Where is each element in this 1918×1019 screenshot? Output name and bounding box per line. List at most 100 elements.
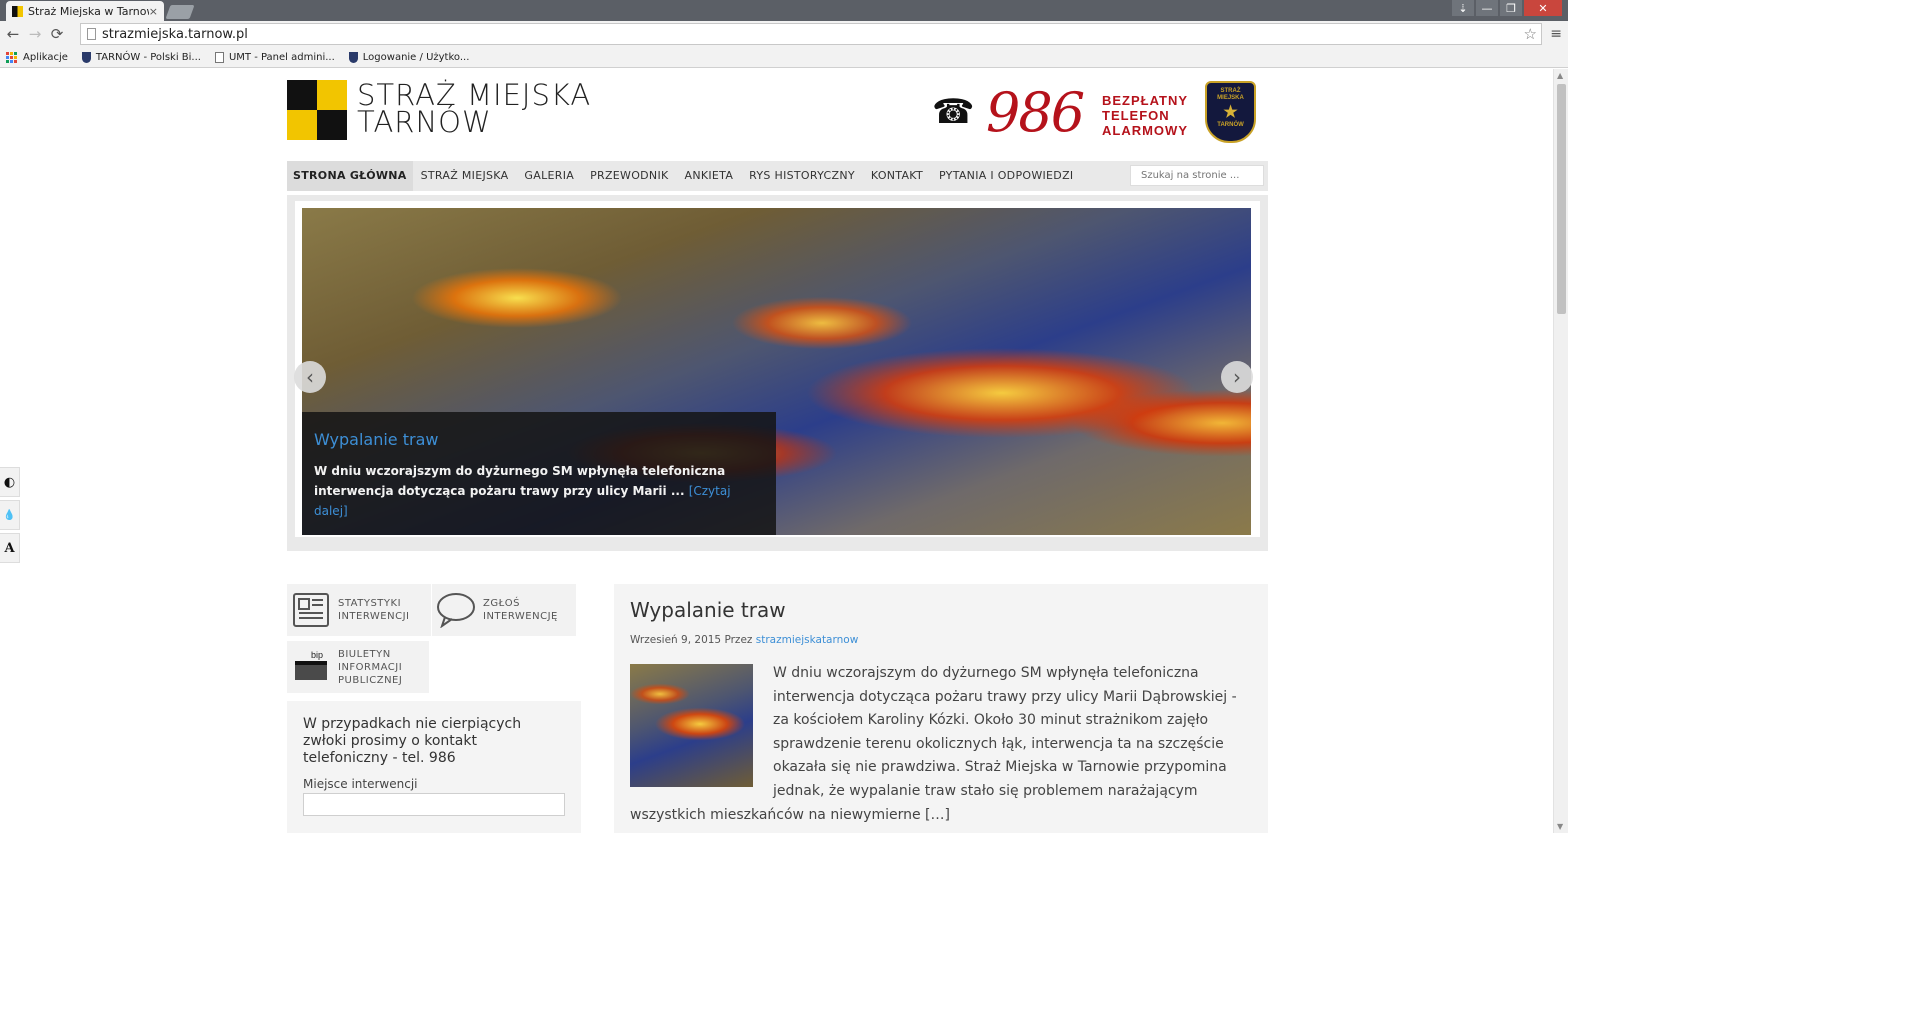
location-label: Miejsce interwencji [303, 777, 418, 791]
browser-menu-icon[interactable]: ≡ [1550, 26, 1562, 42]
bookmark-umt-panel[interactable]: UMT - Panel admini... [214, 51, 335, 63]
post-thumbnail[interactable] [630, 664, 753, 787]
new-tab-button[interactable] [165, 5, 195, 19]
label-line: PUBLICZNEJ [338, 674, 403, 686]
accessibility-toolbar: ◐ 💧 A [0, 467, 20, 566]
window-maximize-button[interactable]: ❐ [1500, 0, 1522, 16]
window-minimize-button[interactable]: — [1476, 0, 1498, 16]
post-title[interactable]: Wypalanie traw [630, 598, 1252, 622]
site-search-input[interactable] [1130, 165, 1264, 186]
label-line: INFORMACJI [338, 661, 403, 673]
label-line: STATYSTYKI [338, 598, 402, 609]
alarm-number: 986 [986, 81, 1085, 144]
page-icon [87, 28, 96, 40]
post-author-link[interactable]: strazmiejskatarnow [756, 634, 859, 646]
post-article: Wypalanie traw Wrzesień 9, 2015 Przez st… [614, 584, 1268, 833]
slider-frame: Wypalanie traw W dniu wczorajszym do dyż… [294, 201, 1260, 537]
badge-star-icon: ★ [1223, 104, 1238, 121]
logo-checker-icon [287, 80, 347, 140]
post-date: Wrzesień 9, 2015 [630, 634, 722, 646]
quick-links: STATYSTYKI INTERWENCJI ZGŁOŚ INTERWENCJĘ b… [287, 584, 581, 693]
bookmark-label: TARNÓW - Polski Bi... [95, 51, 201, 63]
featured-slider: Wypalanie traw W dniu wczorajszym do dyż… [287, 195, 1268, 551]
page-viewport: ◐ 💧 A STRAŻ MIEJSKA TARNÓW ☎ 986 BEZPŁAT… [0, 69, 1553, 833]
badge-text-top: STRAŻ MIEJSKA [1217, 88, 1244, 101]
post-more-link[interactable]: […] [925, 807, 950, 823]
alarm-caption: BEZPŁATNY TELEFON ALARMOWY [1102, 93, 1188, 138]
label-line: INTERWENCJI [338, 611, 410, 622]
favicon-icon [12, 5, 23, 17]
apps-grid-icon [6, 51, 17, 63]
reload-button[interactable]: ⟳ [46, 25, 68, 43]
location-input[interactable] [303, 793, 565, 816]
speech-bubble-icon [436, 590, 476, 630]
nav-item-rys-historyczny[interactable]: RYS HISTORYCZNY [741, 161, 863, 191]
shield-icon [348, 51, 358, 63]
bookmark-logowanie[interactable]: Logowanie / Użytko... [348, 51, 470, 63]
scrollbar-thumb[interactable] [1557, 84, 1566, 314]
nav-item-ankieta[interactable]: ANKIETA [677, 161, 742, 191]
nav-item-straz-miejska[interactable]: STRAŻ MIEJSKA [413, 161, 517, 191]
bookmark-label: Aplikacje [23, 51, 68, 63]
bookmark-label: Logowanie / Użytko... [362, 51, 470, 63]
report-label: ZGŁOŚ INTERWENCJĘ [483, 597, 558, 623]
browser-toolbar: ← → ⟳ strazmiejska.tarnow.pl ☆ ≡ [0, 21, 1568, 47]
slide-image-grass-fire[interactable]: Wypalanie traw W dniu wczorajszym do dyż… [302, 208, 1251, 535]
newspaper-icon [291, 590, 331, 630]
browser-titlebar: Straż Miejska w Tarnowie × ⇣ — ❐ ✕ [0, 0, 1568, 21]
window-controls: ⇣ — ❐ ✕ [1450, 0, 1562, 16]
bookmark-tarnow[interactable]: TARNÓW - Polski Bi... [81, 51, 201, 63]
bookmark-label: UMT - Panel admini... [228, 51, 335, 63]
report-link[interactable]: ZGŁOŚ INTERWENCJĘ [432, 584, 576, 636]
site-logo[interactable]: STRAŻ MIEJSKA TARNÓW [287, 80, 590, 140]
label-line: ZGŁOŚ [483, 598, 520, 609]
post-by: Przez [724, 634, 753, 646]
contact-note: W przypadkach nie cierpiących zwłoki pro… [303, 716, 522, 766]
browser-tab[interactable]: Straż Miejska w Tarnowie × [6, 1, 164, 21]
contrast-icon[interactable]: ◐ [0, 467, 20, 497]
logo-line-2: TARNÓW [357, 105, 492, 139]
ink-drop-icon[interactable]: 💧 [0, 500, 20, 530]
page-scrollbar[interactable]: ▲ ▼ [1553, 69, 1568, 833]
contact-form: W przypadkach nie cierpiących zwłoki pro… [287, 701, 581, 833]
forward-button[interactable]: → [24, 25, 46, 43]
bookmarks-bar: Aplikacje TARNÓW - Polski Bi... UMT - Pa… [0, 47, 1568, 68]
phone-icon: ☎ [932, 92, 975, 132]
bip-logo-text: bip [311, 650, 323, 660]
slide-excerpt: W dniu wczorajszym do dyżurnego SM wpłyn… [314, 461, 764, 521]
slide-caption: Wypalanie traw W dniu wczorajszym do dyż… [302, 412, 776, 535]
scroll-down-icon[interactable]: ▼ [1557, 822, 1563, 831]
tab-title: Straż Miejska w Tarnowie [28, 4, 149, 18]
nav-item-kontakt[interactable]: KONTAKT [863, 161, 931, 191]
slider-prev-icon[interactable]: ‹ [294, 361, 326, 393]
back-button[interactable]: ← [2, 25, 24, 43]
shield-icon [81, 51, 91, 63]
nav-item-strona-glowna[interactable]: STRONA GŁÓWNA [287, 161, 413, 191]
stats-label: STATYSTYKI INTERWENCJI [338, 597, 409, 623]
alarm-word: BEZPŁATNY [1102, 93, 1189, 108]
city-guard-badge-logo: STRAŻ MIEJSKA ★ TARNÓW [1205, 81, 1256, 143]
nav-item-galeria[interactable]: GALERIA [516, 161, 582, 191]
slide-excerpt-text: W dniu wczorajszym do dyżurnego SM wpłyn… [314, 464, 726, 498]
slider-next-icon[interactable]: › [1221, 361, 1253, 393]
alarm-word: ALARMOWY [1102, 123, 1188, 138]
bookmark-apps[interactable]: Aplikacje [6, 51, 68, 63]
tab-close-icon[interactable]: × [149, 5, 158, 18]
scroll-up-icon[interactable]: ▲ [1557, 71, 1563, 80]
slide-title[interactable]: Wypalanie traw [314, 430, 764, 449]
font-size-icon[interactable]: A [0, 533, 20, 563]
nav-item-pytania[interactable]: PYTANIA I ODPOWIEDZI [931, 161, 1081, 191]
stats-link[interactable]: STATYSTYKI INTERWENCJI [287, 584, 431, 636]
window-close-button[interactable]: ✕ [1524, 0, 1562, 16]
bip-logo-icon: bip [291, 647, 331, 687]
bip-link[interactable]: bip BIULETYN INFORMACJI PUBLICZNEJ [287, 641, 429, 693]
address-bar[interactable]: strazmiejska.tarnow.pl ☆ [80, 23, 1542, 45]
main-nav: STRONA GŁÓWNA STRAŻ MIEJSKA GALERIA PRZE… [287, 161, 1268, 191]
document-icon [214, 51, 224, 63]
window-profile-button[interactable]: ⇣ [1452, 0, 1474, 16]
alarm-word: TELEFON [1102, 108, 1170, 123]
bip-label: BIULETYN INFORMACJI PUBLICZNEJ [338, 648, 402, 687]
alarm-phone-banner: ☎ 986 BEZPŁATNY TELEFON ALARMOWY STRAŻ M… [932, 81, 1262, 145]
nav-item-przewodnik[interactable]: PRZEWODNIK [582, 161, 676, 191]
bookmark-star-icon[interactable]: ☆ [1524, 25, 1537, 43]
